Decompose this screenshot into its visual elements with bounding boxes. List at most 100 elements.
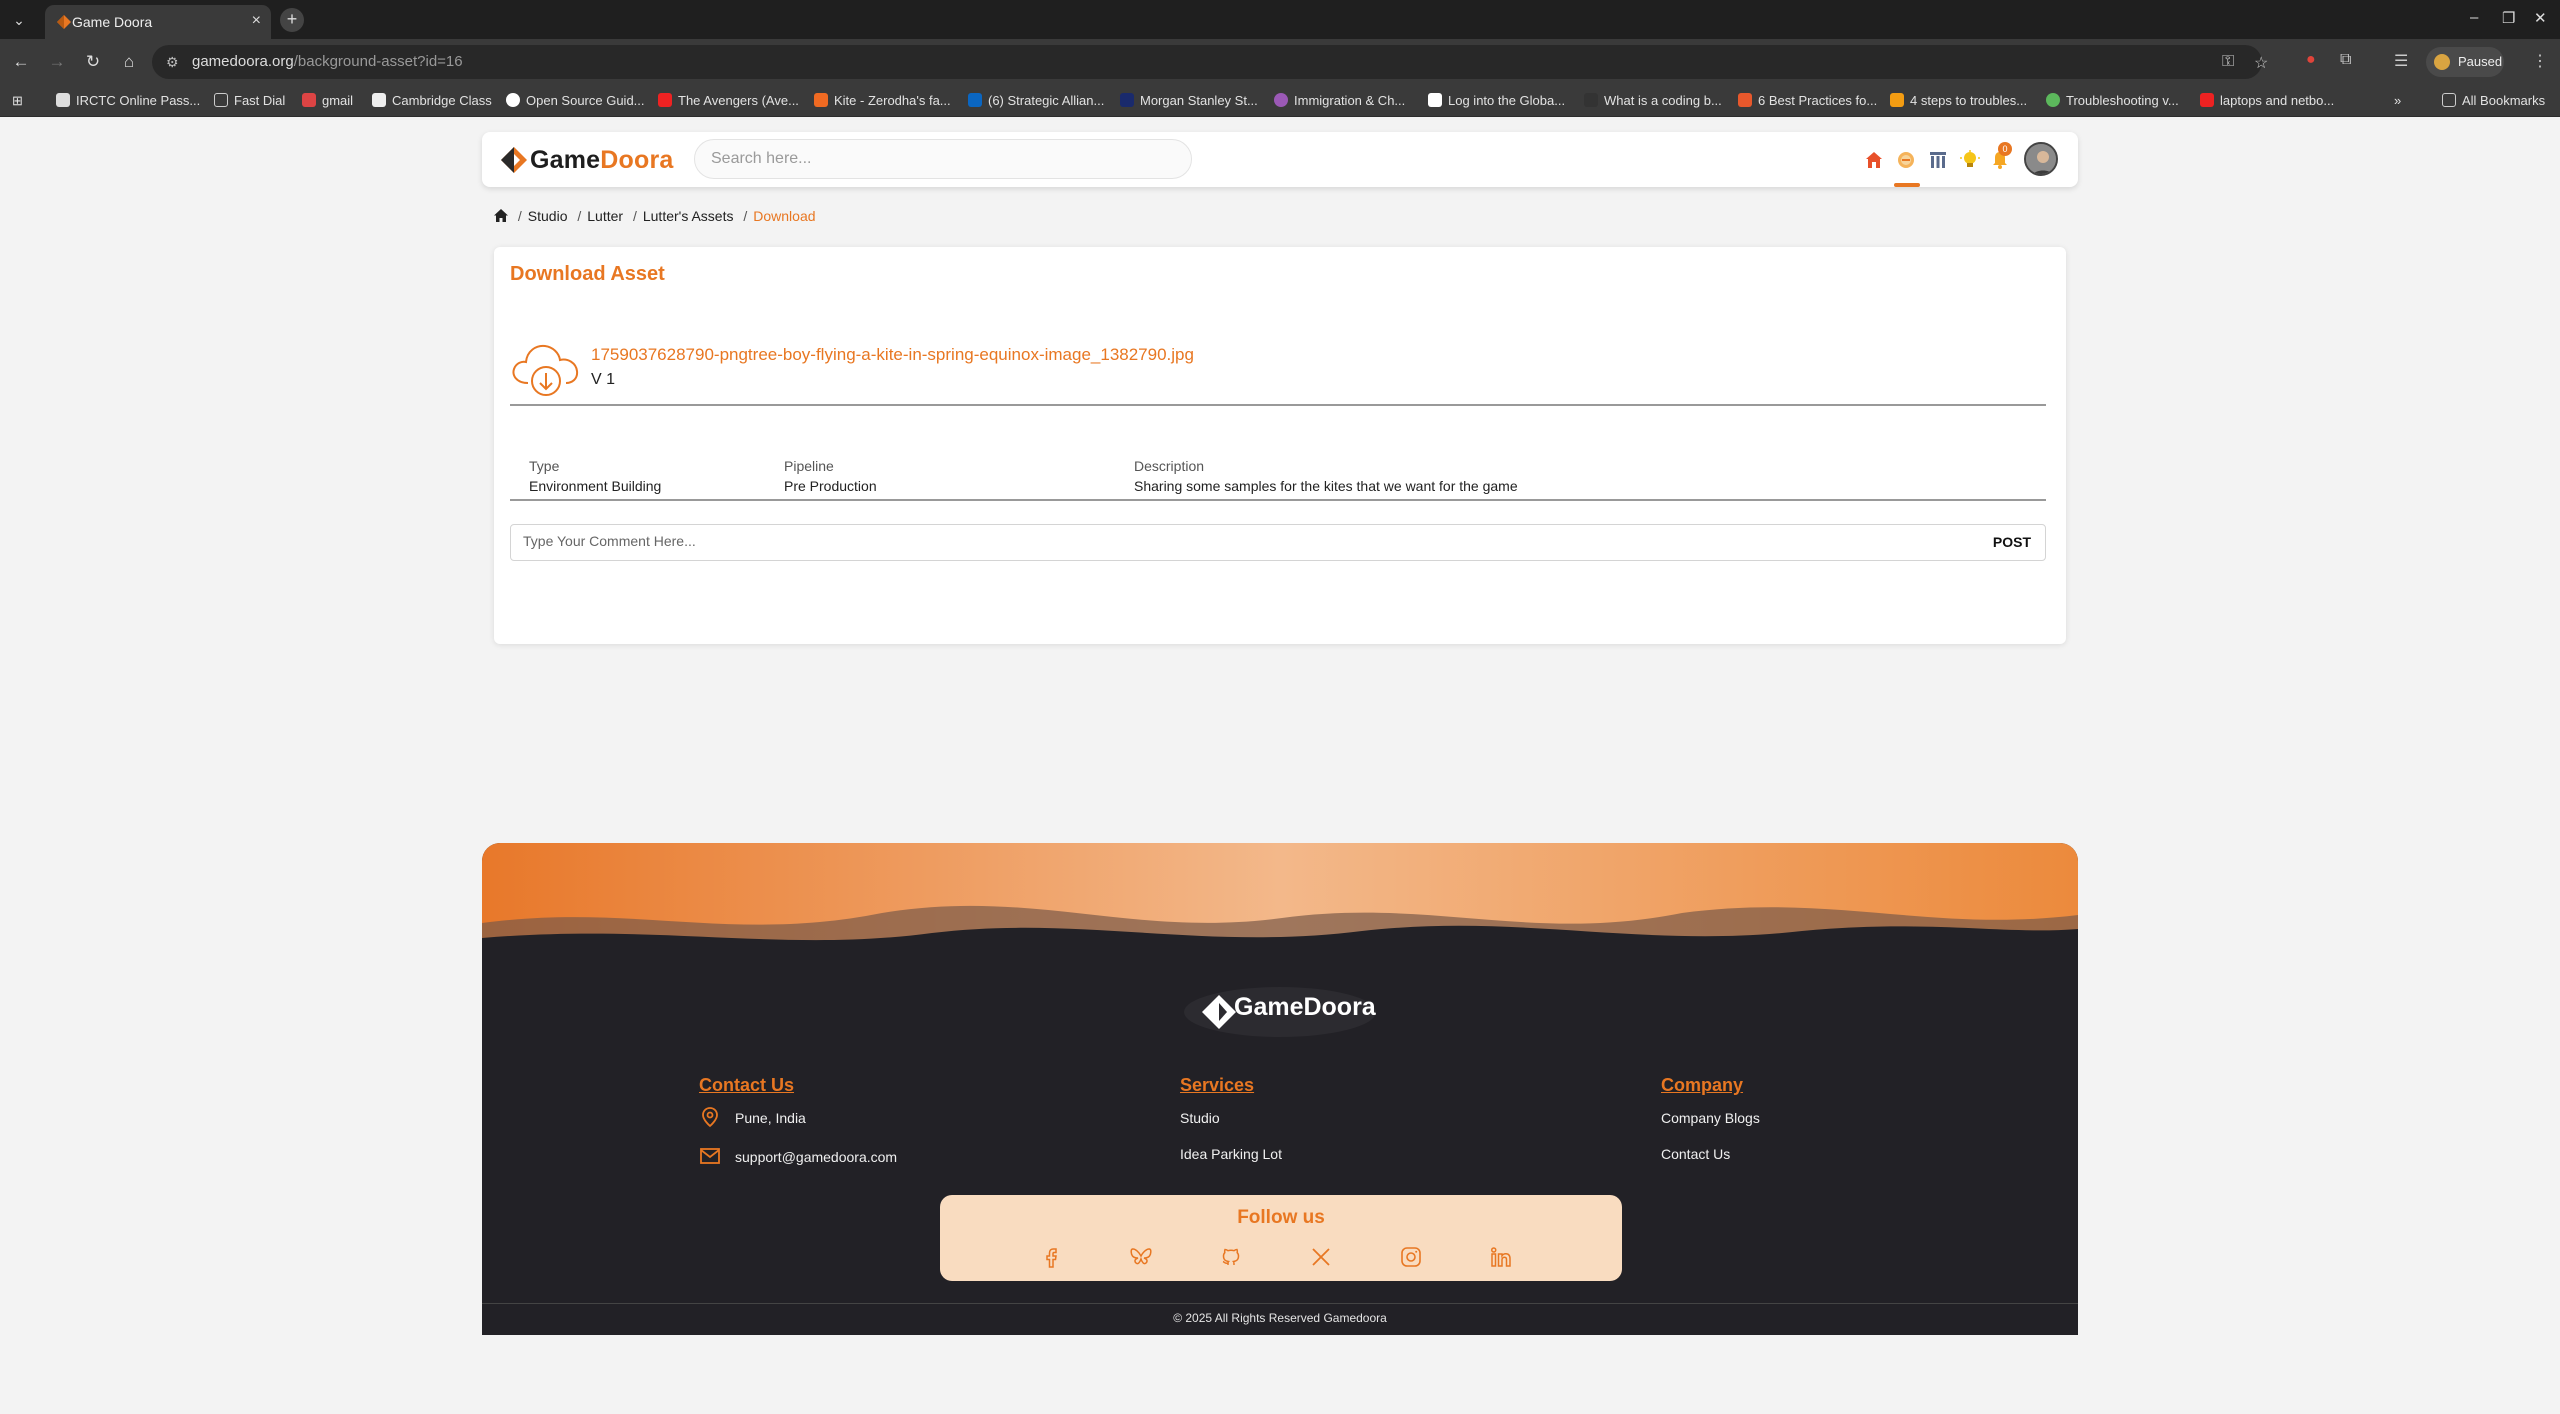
- forward-icon[interactable]: →: [46, 51, 68, 73]
- bookmark-item[interactable]: gmail: [302, 93, 353, 108]
- bookmark-label: The Avengers (Ave...: [678, 93, 799, 108]
- site-info-icon[interactable]: ⚙: [166, 54, 179, 71]
- new-tab-button[interactable]: +: [280, 8, 304, 32]
- bluesky-icon[interactable]: [1129, 1245, 1153, 1269]
- footer-wave-decoration: [482, 843, 2078, 963]
- bookmark-label: (6) Strategic Allian...: [988, 93, 1105, 108]
- url-domain: gamedoora.org: [192, 53, 294, 70]
- contact-email[interactable]: support@gamedoora.com: [735, 1149, 897, 1165]
- browser-menu-icon[interactable]: ⋮: [2532, 51, 2548, 71]
- breadcrumb-studio[interactable]: Studio: [528, 208, 568, 224]
- bookmark-label: IRCTC Online Pass...: [76, 93, 201, 108]
- lightbulb-icon[interactable]: [1960, 150, 1980, 170]
- post-comment-button[interactable]: POST: [1993, 534, 2031, 550]
- breadcrumb-separator: /: [632, 208, 637, 224]
- extensions-puzzle-icon[interactable]: ⧉: [2340, 51, 2351, 69]
- footer-link-idea-parking-lot[interactable]: Idea Parking Lot: [1180, 1146, 1282, 1162]
- footer-link-contact-us[interactable]: Contact Us: [1661, 1146, 1730, 1162]
- search-input[interactable]: [694, 139, 1192, 179]
- breadcrumb-lutter[interactable]: Lutter: [587, 208, 623, 224]
- logo-text[interactable]: GameDoora: [530, 146, 674, 175]
- bookmark-item[interactable]: Log into the Globa...: [1428, 93, 1565, 108]
- reload-icon[interactable]: ↻: [82, 51, 104, 73]
- extension-record-icon[interactable]: ●: [2306, 51, 2316, 69]
- gamedoora-logo-icon[interactable]: [500, 146, 528, 174]
- bookmark-star-icon[interactable]: ☆: [2254, 53, 2268, 73]
- footer-link-company-blogs[interactable]: Company Blogs: [1661, 1110, 1760, 1126]
- breadcrumb-lutters-assets[interactable]: Lutter's Assets: [643, 208, 734, 224]
- all-bookmarks-label: All Bookmarks: [2462, 93, 2546, 108]
- bookmark-item[interactable]: (6) Strategic Allian...: [968, 93, 1104, 108]
- coding-icon: [1584, 93, 1598, 107]
- contact-us-heading[interactable]: Contact Us: [699, 1075, 794, 1096]
- copyright-text: © 2025 All Rights Reserved Gamedoora: [1173, 1311, 1387, 1325]
- asset-download-link[interactable]: 1759037628790-pngtree-boy-flying-a-kite-…: [591, 345, 1194, 365]
- breadcrumb-home-icon[interactable]: [494, 209, 508, 222]
- type-value: Environment Building: [529, 478, 662, 494]
- bookmark-item[interactable]: 6 Best Practices fo...: [1738, 93, 1877, 108]
- password-key-icon[interactable]: ⚿: [2222, 53, 2234, 71]
- divider: [510, 499, 2046, 501]
- page-title: Download Asset: [510, 263, 665, 285]
- library-icon[interactable]: [1928, 150, 1948, 170]
- services-heading[interactable]: Services: [1180, 1075, 1254, 1096]
- laptops-icon: [2200, 93, 2214, 107]
- irctc-icon: [56, 93, 70, 107]
- description-value: Sharing some samples for the kites that …: [1134, 478, 1518, 494]
- close-window-icon[interactable]: ✕: [2534, 9, 2547, 27]
- follow-us-box: Follow us: [940, 1195, 1622, 1281]
- bookmark-label: 4 steps to troubles...: [1910, 93, 2028, 108]
- profile-paused-button[interactable]: Paused: [2426, 47, 2504, 77]
- comment-input[interactable]: [523, 533, 1943, 549]
- url-text[interactable]: gamedoora.org/background-asset?id=16: [192, 53, 463, 70]
- footer-link-studio[interactable]: Studio: [1180, 1110, 1220, 1126]
- bookmark-item[interactable]: Troubleshooting v...: [2046, 93, 2179, 108]
- github-bookmark-icon: [506, 93, 520, 107]
- bookmark-item[interactable]: Immigration & Ch...: [1274, 93, 1405, 108]
- bookmarks-overflow-icon[interactable]: »: [2394, 93, 2401, 108]
- bookmark-item[interactable]: Open Source Guid...: [506, 93, 645, 108]
- contact-location: Pune, India: [735, 1110, 806, 1126]
- bookmark-item[interactable]: Cambridge Class: [372, 93, 492, 108]
- bookmark-item[interactable]: 4 steps to troubles...: [1890, 93, 2027, 108]
- apps-grid-icon[interactable]: ⊞: [12, 93, 23, 109]
- x-icon[interactable]: [1309, 1245, 1333, 1269]
- idea-icon[interactable]: [1896, 150, 1916, 170]
- cloud-download-icon[interactable]: [508, 337, 584, 401]
- bookmark-item[interactable]: The Avengers (Ave...: [658, 93, 799, 108]
- tab-close-icon[interactable]: ×: [252, 12, 261, 30]
- bookmark-item[interactable]: What is a coding b...: [1584, 93, 1722, 108]
- back-icon[interactable]: ←: [10, 51, 32, 73]
- bookmark-label: Morgan Stanley St...: [1140, 93, 1258, 108]
- restore-icon[interactable]: ❐: [2502, 9, 2515, 27]
- type-label: Type: [529, 458, 560, 474]
- reading-list-icon[interactable]: ☰: [2394, 51, 2408, 71]
- immigration-icon: [1274, 93, 1288, 107]
- tab-search-icon[interactable]: ⌄: [8, 9, 30, 31]
- home-icon[interactable]: [1864, 150, 1884, 170]
- home-browser-icon[interactable]: ⌂: [118, 51, 140, 73]
- steps-icon: [1890, 93, 1904, 107]
- linkedin-icon[interactable]: [1489, 1245, 1513, 1269]
- user-avatar[interactable]: [2024, 142, 2058, 176]
- bookmark-item[interactable]: IRCTC Online Pass...: [56, 93, 200, 108]
- logo-text-game: Game: [530, 146, 601, 174]
- browser-tab[interactable]: Game Doora ×: [45, 5, 271, 39]
- user-avatar-icon: [2026, 144, 2056, 174]
- github-icon[interactable]: [1219, 1245, 1243, 1269]
- bookmark-label: 6 Best Practices fo...: [1758, 93, 1878, 108]
- bookmark-item[interactable]: Kite - Zerodha's fa...: [814, 93, 951, 108]
- bookmark-label: laptops and netbo...: [2220, 93, 2335, 108]
- minimize-icon[interactable]: –: [2470, 9, 2478, 26]
- breadcrumb-separator: /: [517, 208, 522, 224]
- instagram-icon[interactable]: [1399, 1245, 1423, 1269]
- bookmark-item[interactable]: Morgan Stanley St...: [1120, 93, 1258, 108]
- all-bookmarks-button[interactable]: All Bookmarks: [2442, 93, 2545, 108]
- bookmark-item[interactable]: Fast Dial: [214, 93, 285, 108]
- bookmark-item[interactable]: laptops and netbo...: [2200, 93, 2334, 108]
- address-bar[interactable]: ⚙ gamedoora.org/background-asset?id=16 ⚿…: [152, 45, 2268, 79]
- kite-icon: [814, 93, 828, 107]
- company-heading[interactable]: Company: [1661, 1075, 1743, 1096]
- active-nav-indicator: [1894, 183, 1920, 187]
- facebook-icon[interactable]: [1039, 1245, 1063, 1269]
